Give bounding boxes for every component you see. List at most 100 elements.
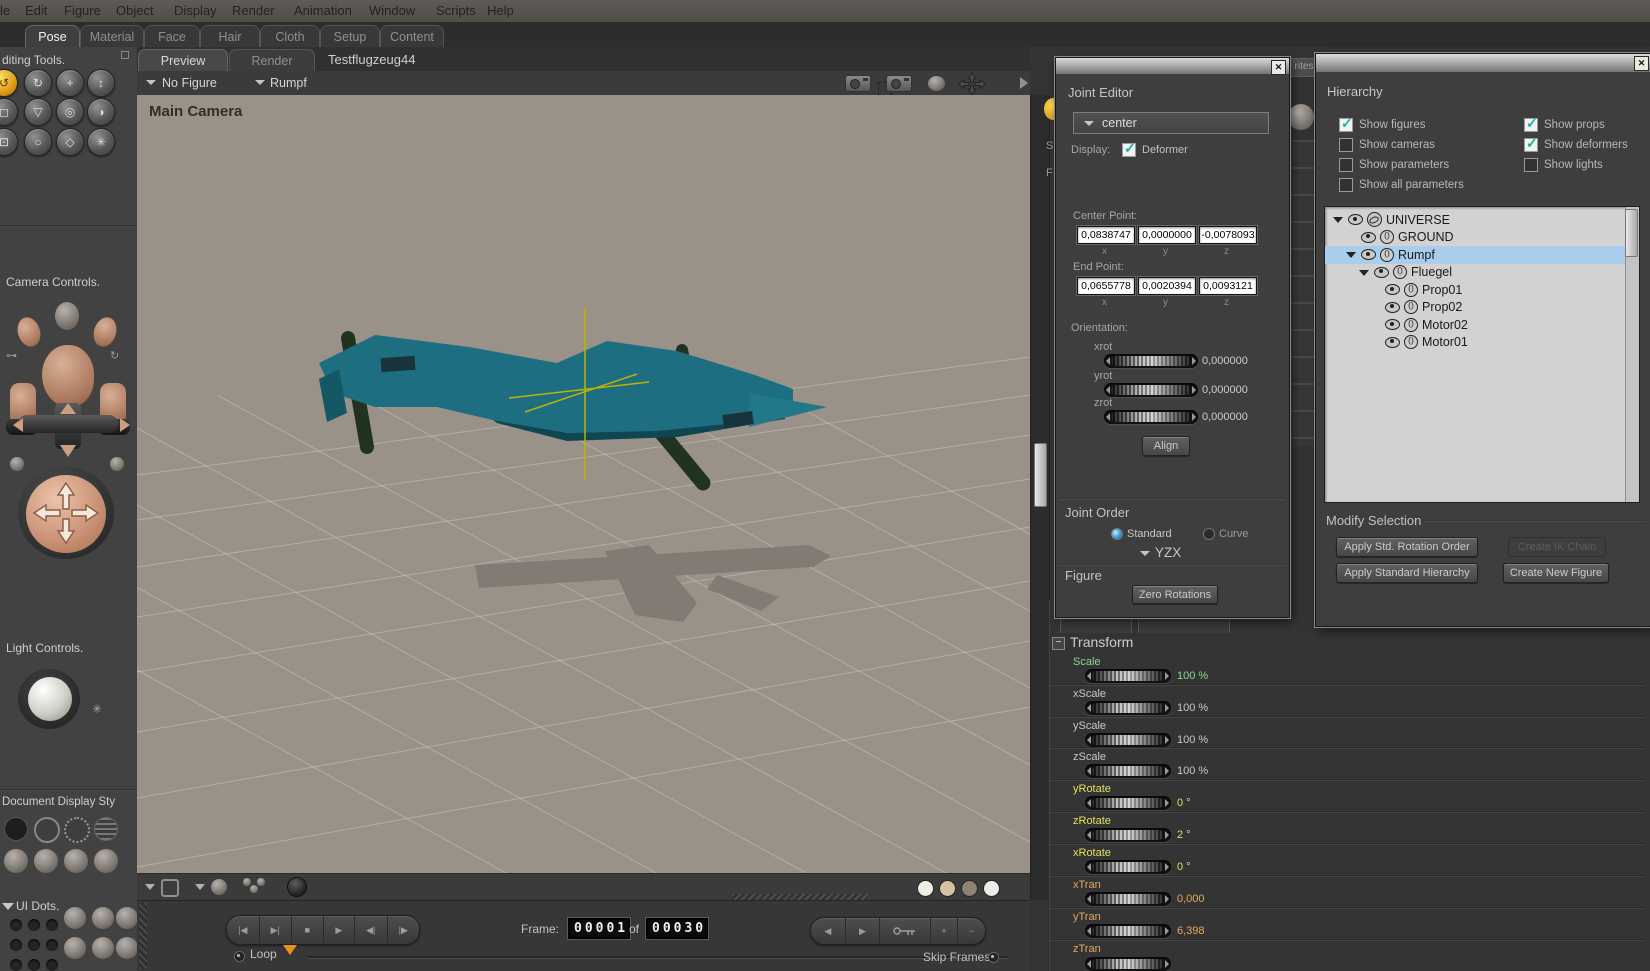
ui-dot[interactable] <box>28 939 40 951</box>
display-style-outline-icon[interactable] <box>34 817 60 843</box>
checkbox-show-figures[interactable]: Show figures <box>1339 115 1425 132</box>
move-cross-icon[interactable] <box>956 72 988 96</box>
zoom-tool-icon[interactable]: ○ <box>24 128 52 156</box>
collapse-section-icon[interactable]: − <box>1052 637 1065 650</box>
first-frame-button[interactable]: |◀ <box>227 916 260 944</box>
figure-selector[interactable]: No Figure <box>162 76 217 90</box>
ui-dot[interactable] <box>46 959 58 971</box>
skip-frames-toggle[interactable] <box>988 952 999 963</box>
curve-radio-label[interactable]: Curve <box>1219 528 1248 540</box>
actor-selector[interactable]: Rumpf <box>270 76 307 90</box>
ui-dot[interactable] <box>28 959 40 971</box>
checkbox-show-lights[interactable]: Show lights <box>1524 158 1603 172</box>
create-ik-chain-button[interactable]: Create IK Chain <box>1508 537 1606 557</box>
param-value-xrotate[interactable]: 0 ° <box>1177 861 1191 873</box>
group-select-tool-icon[interactable]: ⊡ <box>0 128 18 156</box>
menu-item-figure[interactable]: Figure <box>64 3 101 18</box>
tab-face[interactable]: Face <box>144 25 200 47</box>
param-dial-zrotate[interactable] <box>1085 828 1171 842</box>
translate-inout-tool-icon[interactable]: ↕ <box>87 69 115 97</box>
checkbox-icon[interactable] <box>1524 158 1538 172</box>
standard-radio-icon[interactable] <box>1111 528 1123 540</box>
checkbox-icon[interactable] <box>1524 115 1538 132</box>
ui-dots-expander-icon[interactable] <box>2 903 14 916</box>
multi-ball-icon[interactable] <box>250 885 258 893</box>
menu-item-display[interactable]: Display <box>174 3 217 18</box>
rotation-order-dropdown[interactable]: YZX <box>1155 545 1181 560</box>
display-style-smooth-icon[interactable] <box>64 849 88 873</box>
tab-content[interactable]: Content <box>380 25 444 47</box>
param-dial-yrotate[interactable] <box>1085 796 1171 810</box>
tab-render[interactable]: Render <box>229 49 315 71</box>
panel-title-bar[interactable] <box>1316 54 1650 72</box>
expander-icon[interactable] <box>1333 214 1344 225</box>
xrot-dial[interactable] <box>1104 354 1198 368</box>
param-value-yrotate[interactable]: 0 ° <box>1177 797 1191 809</box>
light-ball-icon[interactable] <box>28 677 72 721</box>
depth-cue-expander-icon[interactable] <box>145 884 155 895</box>
page-dot-icon[interactable] <box>917 880 934 897</box>
menu-item-help[interactable]: Help <box>487 3 514 18</box>
play-button[interactable]: ▶ <box>324 916 356 944</box>
page-dot-icon[interactable] <box>939 880 956 897</box>
param-dial-zscale[interactable] <box>1085 764 1171 778</box>
menu-item-object[interactable]: Object <box>116 3 154 18</box>
close-icon[interactable]: ✕ <box>1271 60 1286 75</box>
menu-item-scripts[interactable]: Scripts <box>436 3 476 18</box>
light-indicator-icon[interactable]: ✳ <box>92 702 102 716</box>
checkbox-show-props[interactable]: Show props <box>1524 115 1605 132</box>
ui-dot[interactable] <box>10 919 22 931</box>
panel-gripper[interactable] <box>139 903 147 969</box>
close-icon[interactable]: ✕ <box>1634 56 1649 71</box>
display-style-extra-icon[interactable] <box>92 907 114 929</box>
remove-frame-button[interactable]: − <box>958 918 985 944</box>
step-forward-button[interactable]: |▶ <box>388 916 419 944</box>
multi-ball-icon[interactable] <box>257 878 265 886</box>
display-style-wireframe-icon[interactable] <box>64 817 90 843</box>
zrot-value[interactable]: 0,000000 <box>1202 411 1248 423</box>
param-value-zscale[interactable]: 100 % <box>1177 765 1208 777</box>
menu-item-render[interactable]: Render <box>232 3 275 18</box>
end-x-field[interactable]: 0,0655778 <box>1077 277 1135 295</box>
apply-std-rotation-order-button[interactable]: Apply Std. Rotation Order <box>1336 537 1478 557</box>
center-z-field[interactable]: -0,0078093 <box>1199 226 1257 244</box>
grab-tool-icon[interactable]: ◇ <box>56 128 84 156</box>
checkbox-show-parameters[interactable]: Show parameters <box>1339 158 1449 172</box>
next-key-button[interactable]: ▶ <box>846 918 881 944</box>
display-style-silhouette-icon[interactable] <box>4 817 28 841</box>
camera-hand-right-icon[interactable] <box>89 314 121 350</box>
visibility-eye-icon[interactable] <box>1385 336 1400 348</box>
apply-standard-hierarchy-button[interactable]: Apply Standard Hierarchy <box>1336 563 1478 583</box>
checkbox-icon[interactable] <box>1339 115 1353 132</box>
camera-dolly-icon[interactable] <box>886 75 912 92</box>
align-button[interactable]: Align <box>1142 436 1190 456</box>
camera-point-down-icon[interactable] <box>60 445 76 465</box>
end-y-field[interactable]: 0,0020394 <box>1138 277 1196 295</box>
param-value-ytran[interactable]: 6,398 <box>1177 925 1205 937</box>
yrot-value[interactable]: 0,000000 <box>1202 384 1248 396</box>
camera-dot-left-icon[interactable] <box>10 457 24 471</box>
checkbox-icon[interactable] <box>1339 158 1353 172</box>
tree-item-motor01[interactable]: () Motor01 <box>1325 334 1639 352</box>
param-dial-yscale[interactable] <box>1085 733 1171 747</box>
tab-material[interactable]: Material <box>80 25 144 47</box>
tree-item-rumpf[interactable]: () Rumpf <box>1325 246 1639 264</box>
tracking-expander-icon[interactable] <box>195 884 205 895</box>
timeline-position-marker[interactable] <box>283 945 297 962</box>
expander-icon[interactable] <box>1346 249 1357 260</box>
ui-dot[interactable] <box>10 959 22 971</box>
camera-point-right-icon[interactable] <box>120 418 137 432</box>
morph-tool-icon[interactable]: ◎ <box>56 98 84 126</box>
tree-item-ground[interactable]: () GROUND <box>1325 229 1639 247</box>
checkbox-icon[interactable] <box>1339 178 1353 192</box>
collapse-box-icon[interactable] <box>121 51 129 59</box>
loop-toggle[interactable] <box>234 951 245 962</box>
tree-item-motor02[interactable]: () Motor02 <box>1325 316 1639 334</box>
timeline-track[interactable] <box>308 956 1008 959</box>
visibility-eye-icon[interactable] <box>1361 231 1376 243</box>
visibility-eye-icon[interactable] <box>1385 284 1400 296</box>
tracking-square-icon[interactable] <box>161 879 179 897</box>
center-y-field[interactable]: 0,0000000 <box>1138 226 1196 244</box>
visibility-eye-icon[interactable] <box>1361 249 1376 261</box>
display-style-texture-icon[interactable] <box>94 849 118 873</box>
